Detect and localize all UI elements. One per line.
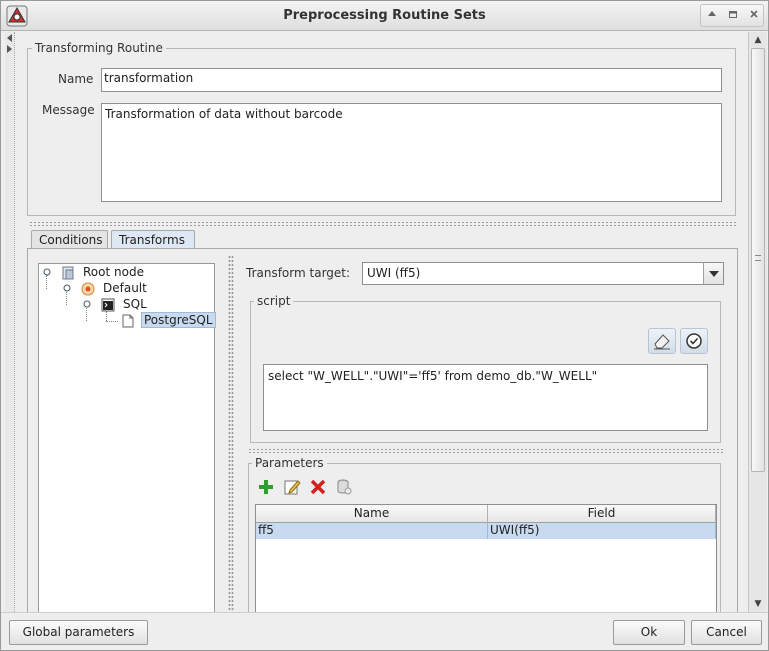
left-collapse-gutter[interactable] — [5, 32, 15, 612]
collapse-left-icon[interactable] — [7, 34, 12, 42]
script-group: script select "W_WELL"."UWI"='ff5' from … — [250, 294, 721, 443]
transforms-panel: Root node Default SQL PostgreSQL Transfo… — [27, 248, 738, 612]
transform-target-label: Transform target: — [246, 266, 351, 280]
table-cell-field[interactable]: UWI(ff5) — [488, 523, 716, 539]
ok-button[interactable]: Ok — [613, 620, 685, 645]
tree-label-sql: SQL — [123, 297, 147, 311]
clear-script-button[interactable] — [648, 328, 676, 354]
tree-node-postgresql[interactable]: PostgreSQL — [103, 312, 216, 330]
window-title: Preprocessing Routine Sets — [283, 8, 486, 23]
column-header-name[interactable]: Name — [256, 505, 488, 523]
validate-script-button[interactable] — [680, 328, 708, 354]
database-refresh-icon[interactable] — [335, 478, 353, 496]
scroll-up-icon[interactable]: ▲ — [749, 32, 767, 48]
maximize-up-icon[interactable] — [701, 5, 722, 26]
tab-transforms[interactable]: Transforms — [111, 230, 195, 249]
script-legend: script — [254, 294, 294, 308]
check-circle-icon — [686, 333, 702, 349]
column-header-field[interactable]: Field — [488, 505, 716, 523]
scrollbar-thumb[interactable] — [751, 48, 765, 472]
database-node-icon — [62, 266, 74, 280]
script-splitter[interactable] — [248, 448, 725, 454]
document-icon — [122, 314, 134, 328]
transform-target-value: UWI (ff5) — [367, 266, 421, 280]
restore-icon[interactable] — [722, 5, 743, 26]
name-input[interactable]: transformation — [101, 68, 722, 92]
dialog-content: Transforming Routine Name transformation… — [5, 32, 748, 612]
tree-toggle-icon[interactable] — [83, 300, 91, 308]
transform-editor: Transform target: UWI (ff5) script selec… — [236, 255, 733, 612]
tree-label-default: Default — [103, 281, 147, 295]
parameters-legend: Parameters — [252, 456, 327, 470]
title-bar[interactable]: Preprocessing Routine Sets — [1, 1, 768, 31]
script-textarea[interactable]: select "W_WELL"."UWI"='ff5' from demo_db… — [263, 364, 708, 431]
add-icon[interactable] — [257, 478, 275, 496]
transforming-routine-group: Transforming Routine Name transformation… — [27, 41, 736, 216]
dialog-window: Preprocessing Routine Sets Transforming … — [0, 0, 769, 651]
tree-toggle-icon[interactable] — [63, 284, 71, 292]
terminal-icon — [101, 298, 115, 312]
tree-label-root: Root node — [83, 265, 144, 279]
message-label: Message — [42, 103, 95, 117]
tree-node-default[interactable]: Default — [63, 281, 203, 298]
close-icon[interactable] — [743, 5, 764, 26]
edit-icon[interactable] — [283, 478, 301, 496]
tree-toggle-icon[interactable] — [43, 268, 51, 276]
cancel-button[interactable]: Cancel — [691, 620, 762, 645]
transforming-routine-legend: Transforming Routine — [32, 41, 166, 55]
message-textarea[interactable]: Transformation of data without barcode — [101, 103, 722, 202]
routine-set-icon — [81, 282, 95, 296]
window-controls — [700, 4, 764, 27]
routine-tree[interactable]: Root node Default SQL PostgreSQL — [38, 263, 216, 612]
eraser-icon — [654, 334, 670, 350]
expand-right-icon[interactable] — [7, 45, 12, 53]
parameters-table[interactable]: Name Field ff5 UWI(ff5) — [255, 504, 717, 612]
delete-icon[interactable] — [309, 478, 327, 496]
transform-target-select[interactable]: UWI (ff5) — [362, 262, 724, 285]
scroll-down-icon[interactable]: ▼ — [749, 596, 767, 612]
name-label: Name — [58, 72, 94, 86]
vertical-splitter[interactable] — [228, 255, 234, 612]
tab-strip: Conditions Transforms — [29, 230, 738, 250]
parameters-group: Parameters Name Field ff5 UWI(ff5) — [248, 456, 721, 612]
dialog-footer: Global parameters Ok Cancel — [1, 612, 768, 650]
chevron-down-icon[interactable] — [703, 263, 723, 284]
tree-label-postgresql: PostgreSQL — [141, 312, 216, 328]
tab-conditions[interactable]: Conditions — [31, 230, 108, 249]
table-cell-name[interactable]: ff5 — [256, 523, 488, 539]
horizontal-splitter[interactable] — [29, 221, 738, 227]
tree-node-root[interactable]: Root node — [43, 265, 203, 282]
vertical-scrollbar[interactable]: ▲ ▼ — [748, 32, 767, 612]
global-parameters-button[interactable]: Global parameters — [9, 620, 148, 645]
